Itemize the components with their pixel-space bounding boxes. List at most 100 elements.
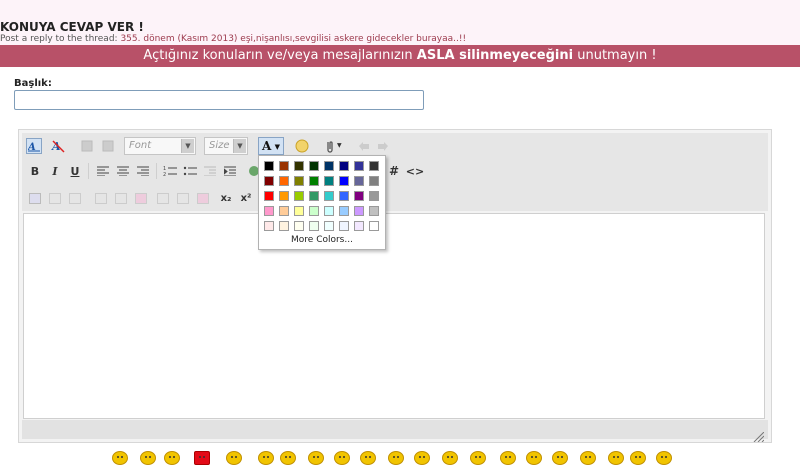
font-select[interactable]: Font ▼ xyxy=(124,137,196,155)
align-right-icon[interactable] xyxy=(135,163,151,179)
color-swatch[interactable] xyxy=(309,221,319,231)
smiley-7-icon[interactable] xyxy=(280,451,296,465)
smiley-12-icon[interactable] xyxy=(414,451,430,465)
color-swatch[interactable] xyxy=(264,176,274,186)
color-swatch[interactable] xyxy=(294,191,304,201)
font-select-value: Font xyxy=(129,140,152,151)
notice-banner: Açtığınız konuların ve/veya mesajlarınız… xyxy=(0,45,800,67)
col-after-icon xyxy=(175,190,191,206)
page-title: KONUYA CEVAP VER ! xyxy=(0,20,144,34)
message-textarea[interactable] xyxy=(23,213,765,419)
color-swatch[interactable] xyxy=(339,206,349,216)
color-swatch[interactable] xyxy=(324,161,334,171)
color-swatch[interactable] xyxy=(324,191,334,201)
smiley-13-icon[interactable] xyxy=(442,451,458,465)
align-center-icon[interactable] xyxy=(115,163,131,179)
color-swatch[interactable] xyxy=(294,176,304,186)
smiley-18-icon[interactable] xyxy=(580,451,596,465)
smiley-15-icon[interactable] xyxy=(500,451,516,465)
size-select[interactable]: Size ▼ xyxy=(204,137,248,155)
toolbar-divider xyxy=(156,163,157,179)
copy-icon xyxy=(100,138,116,154)
smiley-20-icon[interactable] xyxy=(630,451,646,465)
align-left-icon[interactable] xyxy=(95,163,111,179)
superscript-button[interactable]: x² xyxy=(238,190,254,206)
color-swatch[interactable] xyxy=(279,191,289,201)
title-input[interactable] xyxy=(14,90,424,110)
color-swatch[interactable] xyxy=(294,221,304,231)
color-swatch[interactable] xyxy=(279,161,289,171)
color-swatch[interactable] xyxy=(354,206,364,216)
font-color-button[interactable]: A ▼ xyxy=(258,137,284,155)
smiley-21-icon[interactable] xyxy=(656,451,672,465)
banner-text-1: Açtığınız konuların ve/veya mesajlarınız… xyxy=(143,48,413,63)
color-swatch[interactable] xyxy=(369,221,379,231)
color-swatch[interactable] xyxy=(369,176,379,186)
chevron-down-icon: ▼ xyxy=(181,139,194,153)
smiley-17-icon[interactable] xyxy=(552,451,568,465)
smiley-11-icon[interactable] xyxy=(388,451,404,465)
more-colors-link[interactable]: More Colors... xyxy=(259,235,385,245)
smiley-6-icon[interactable] xyxy=(258,451,274,465)
color-swatch[interactable] xyxy=(354,191,364,201)
attachment-icon[interactable]: ▼ xyxy=(322,138,348,154)
flag-tr-icon[interactable] xyxy=(194,451,210,465)
svg-text:2: 2 xyxy=(163,172,166,177)
smiley-8-icon[interactable] xyxy=(308,451,324,465)
smiley-19-icon[interactable] xyxy=(608,451,624,465)
color-swatch[interactable] xyxy=(264,161,274,171)
color-swatch[interactable] xyxy=(264,191,274,201)
indent-icon[interactable] xyxy=(222,163,238,179)
color-swatch[interactable] xyxy=(339,176,349,186)
color-swatch[interactable] xyxy=(309,161,319,171)
color-swatch[interactable] xyxy=(354,176,364,186)
color-swatch[interactable] xyxy=(294,206,304,216)
color-swatch[interactable] xyxy=(264,221,274,231)
smiley-5-icon[interactable] xyxy=(226,451,242,465)
smiley-10-icon[interactable] xyxy=(360,451,376,465)
color-swatch[interactable] xyxy=(324,206,334,216)
color-swatch[interactable] xyxy=(279,176,289,186)
color-swatch[interactable] xyxy=(339,191,349,201)
smiley-3-icon[interactable] xyxy=(164,451,180,465)
color-swatch[interactable] xyxy=(339,161,349,171)
color-swatch[interactable] xyxy=(354,221,364,231)
color-swatch[interactable] xyxy=(324,221,334,231)
hash-tag-button[interactable]: # xyxy=(386,163,402,179)
color-swatch[interactable] xyxy=(324,176,334,186)
color-swatch[interactable] xyxy=(369,206,379,216)
unordered-list-icon[interactable] xyxy=(182,163,198,179)
switch-editor-mode-icon[interactable]: A xyxy=(26,138,42,154)
ordered-list-icon[interactable]: 12 xyxy=(162,163,178,179)
smiley-14-icon[interactable] xyxy=(470,451,486,465)
bold-button[interactable]: B xyxy=(27,163,43,179)
color-swatch[interactable] xyxy=(279,206,289,216)
color-swatch[interactable] xyxy=(309,191,319,201)
thread-subtitle: Post a reply to the thread: 355. dönem (… xyxy=(0,34,466,44)
color-swatch[interactable] xyxy=(294,161,304,171)
svg-text:▼: ▼ xyxy=(337,142,342,149)
color-swatch[interactable] xyxy=(369,161,379,171)
color-swatch[interactable] xyxy=(369,191,379,201)
remove-format-icon[interactable]: A xyxy=(50,138,66,154)
thread-title-link[interactable]: 355. dönem (Kasım 2013) eşi,nişanlısı,se… xyxy=(120,34,466,44)
underline-button[interactable]: U xyxy=(67,163,83,179)
color-swatch[interactable] xyxy=(264,206,274,216)
smiley-1-icon[interactable] xyxy=(112,451,128,465)
color-swatch[interactable] xyxy=(279,221,289,231)
code-button[interactable]: <> xyxy=(405,163,425,179)
smiley-insert-icon[interactable] xyxy=(294,138,310,154)
smiley-9-icon[interactable] xyxy=(334,451,350,465)
color-swatch[interactable] xyxy=(339,221,349,231)
italic-button[interactable]: I xyxy=(47,163,63,179)
smiley-16-icon[interactable] xyxy=(526,451,542,465)
color-swatch[interactable] xyxy=(309,206,319,216)
color-swatch[interactable] xyxy=(309,176,319,186)
color-swatch[interactable] xyxy=(354,161,364,171)
subscript-button[interactable]: x₂ xyxy=(218,190,234,206)
resize-handle-icon[interactable] xyxy=(752,427,765,443)
chevron-down-icon: ▼ xyxy=(274,142,280,151)
smiley-bar xyxy=(112,447,672,468)
row-after-icon xyxy=(113,190,129,206)
smiley-2-icon[interactable] xyxy=(140,451,156,465)
